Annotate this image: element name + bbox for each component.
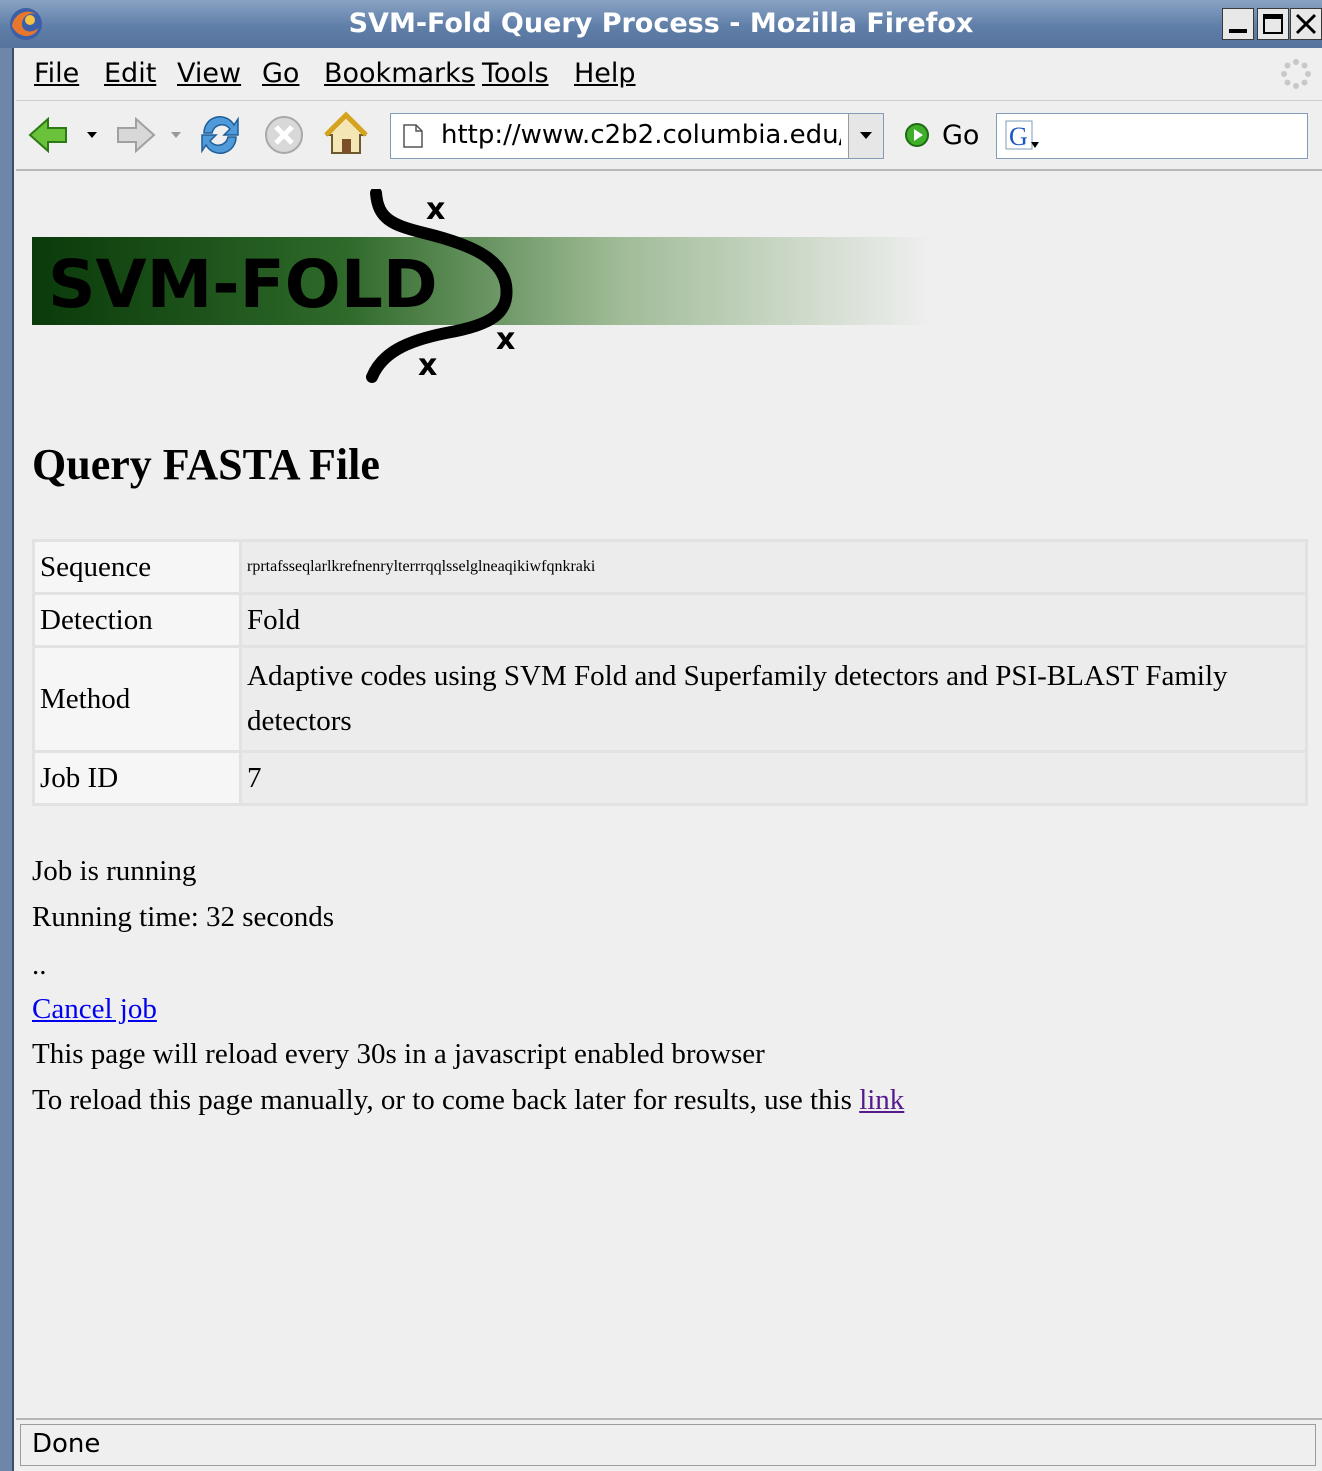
menu-view[interactable]: View <box>177 58 241 89</box>
detection-value: Fold <box>242 595 1305 645</box>
row-label: Detection <box>35 595 239 645</box>
status-text: Done <box>32 1429 101 1459</box>
table-row: Job ID 7 <box>35 753 1305 803</box>
menu-file-label: File <box>34 58 80 89</box>
go-icon <box>905 123 929 147</box>
menu-edit-label: Edit <box>104 58 157 89</box>
query-info-table: Sequence rprtafsseqlarlkrefnenrylterrrqq… <box>32 539 1308 806</box>
back-dropdown-icon[interactable] <box>86 129 98 141</box>
table-row: Sequence rprtafsseqlarlkrefnenrylterrrqq… <box>35 542 1305 592</box>
cancel-line: Cancel job <box>32 993 157 1026</box>
google-search-icon[interactable]: G <box>1005 120 1041 152</box>
page-icon <box>403 124 423 148</box>
go-label: Go <box>942 120 980 151</box>
menu-bookmarks-label: Bookmarks <box>324 58 475 89</box>
url-bar[interactable]: http://www.c2b2.columbia.edu/svr <box>390 113 884 159</box>
menu-file[interactable]: File <box>34 58 79 89</box>
title-bar: SVM-Fold Query Process - Mozilla Firefox <box>0 0 1322 48</box>
home-icon[interactable] <box>322 111 370 159</box>
minimize-button[interactable] <box>1222 8 1254 40</box>
chevron-down-icon <box>860 132 872 139</box>
status-panel <box>20 1424 1316 1466</box>
manual-reload-text: To reload this page manually, or to come… <box>32 1084 852 1116</box>
url-text[interactable]: http://www.c2b2.columbia.edu/svr <box>441 120 841 150</box>
menu-bookmarks[interactable]: Bookmarks <box>324 58 475 89</box>
menu-help[interactable]: Help <box>574 58 636 89</box>
throbber-icon <box>1281 59 1311 89</box>
navigation-toolbar: http://www.c2b2.columbia.edu/svr Go G <box>16 101 1322 171</box>
maximize-button[interactable] <box>1257 8 1289 40</box>
menu-bar: File Edit View Go Bookmarks Tools Help <box>16 50 1322 101</box>
window-left-border <box>0 48 14 1471</box>
row-label: Job ID <box>35 753 239 803</box>
status-bar: Done <box>16 1418 1322 1471</box>
svg-text:SVM-FOLD: SVM-FOLD <box>48 246 438 323</box>
close-icon <box>1295 13 1317 35</box>
browser-window: SVM-Fold Query Process - Mozilla Firefox… <box>0 0 1322 1471</box>
svm-fold-logo: SVM-FOLD x x x <box>32 189 932 383</box>
sequence-value: rprtafsseqlarlkrefnenrylterrrqqlsselglne… <box>242 542 1305 592</box>
svg-text:x: x <box>426 192 445 227</box>
url-dropdown-button[interactable] <box>848 114 883 158</box>
svg-text:G: G <box>1009 122 1028 151</box>
svg-text:x: x <box>496 322 515 357</box>
menu-tools-label: Tools <box>482 58 549 89</box>
menu-go[interactable]: Go <box>262 58 299 89</box>
forward-arrow-icon[interactable] <box>110 111 158 159</box>
svg-text:x: x <box>418 348 437 383</box>
search-box[interactable]: G <box>996 113 1308 159</box>
cancel-job-link[interactable]: Cancel job <box>32 993 157 1025</box>
close-button[interactable] <box>1290 8 1322 40</box>
row-label: Sequence <box>35 542 239 592</box>
method-value: Adaptive codes using SVM Fold and Superf… <box>242 648 1305 750</box>
page-title: Query FASTA File <box>32 440 380 489</box>
results-link[interactable]: link <box>859 1084 904 1116</box>
window-title: SVM-Fold Query Process - Mozilla Firefox <box>348 8 974 39</box>
table-row: Detection Fold <box>35 595 1305 645</box>
job-id-value: 7 <box>242 753 1305 803</box>
minimize-icon <box>1229 29 1247 33</box>
menu-go-label: Go <box>262 58 300 89</box>
running-time: Running time: 32 seconds <box>32 901 335 933</box>
job-status: Job is running <box>32 855 197 887</box>
reload-icon[interactable] <box>196 111 244 159</box>
page-content: SVM-FOLD x x x Query FASTA File Sequence… <box>16 171 1322 1417</box>
table-row: Method Adaptive codes using SVM Fold and… <box>35 648 1305 750</box>
progress-dots: .. <box>32 949 47 981</box>
maximize-icon <box>1263 14 1283 34</box>
row-label: Method <box>35 648 239 750</box>
menu-tools[interactable]: Tools <box>482 58 549 89</box>
back-arrow-icon[interactable] <box>26 111 74 159</box>
manual-reload-line: To reload this page manually, or to come… <box>32 1084 904 1117</box>
forward-dropdown-icon[interactable] <box>170 129 182 141</box>
stop-icon[interactable] <box>260 111 308 159</box>
menu-view-label: View <box>177 58 242 89</box>
menu-edit[interactable]: Edit <box>104 58 156 89</box>
menu-help-label: Help <box>574 58 636 89</box>
reload-note: This page will reload every 30s in a jav… <box>32 1038 765 1070</box>
